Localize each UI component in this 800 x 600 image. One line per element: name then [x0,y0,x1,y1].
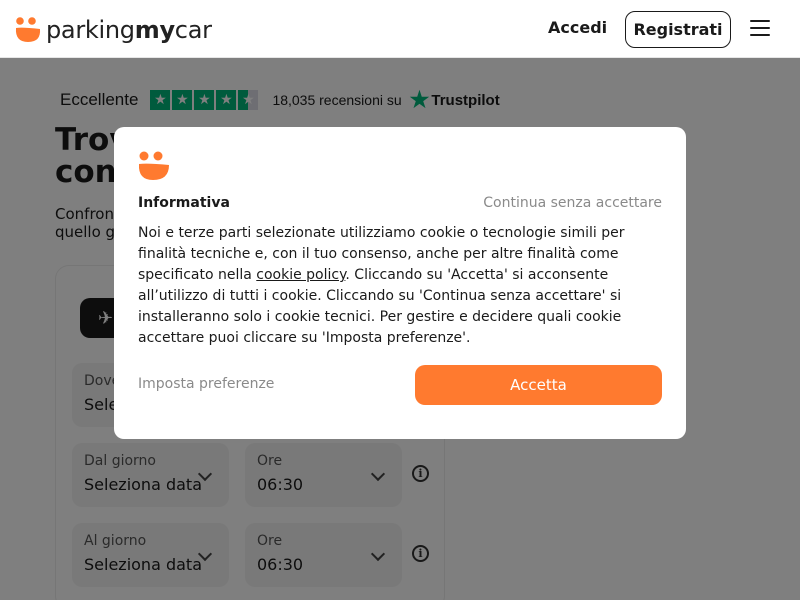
modal-title: Informativa [138,195,230,211]
logo-wordmark: parkingmycar [46,16,212,44]
set-preferences-link[interactable]: Imposta preferenze [138,376,274,392]
brand-logo-icon [138,151,169,180]
parkingmycar-logo[interactable]: parkingmycar [14,15,212,45]
hamburger-menu-icon[interactable] [750,20,770,38]
cookie-policy-link[interactable]: cookie policy [256,267,345,283]
cookie-notice-text: Noi e terze parti selezionate utilizziam… [138,225,625,346]
site-header: parkingmycar Accedi Registrati [0,0,800,58]
login-link[interactable]: Accedi [548,18,607,37]
accept-button[interactable]: Accetta [415,365,662,405]
register-button[interactable]: Registrati [625,11,731,48]
continue-without-accepting-link[interactable]: Continua senza accettare [483,195,662,211]
logo-icon [15,17,41,42]
cookie-consent-modal: Informativa Continua senza accettare Noi… [114,127,686,439]
